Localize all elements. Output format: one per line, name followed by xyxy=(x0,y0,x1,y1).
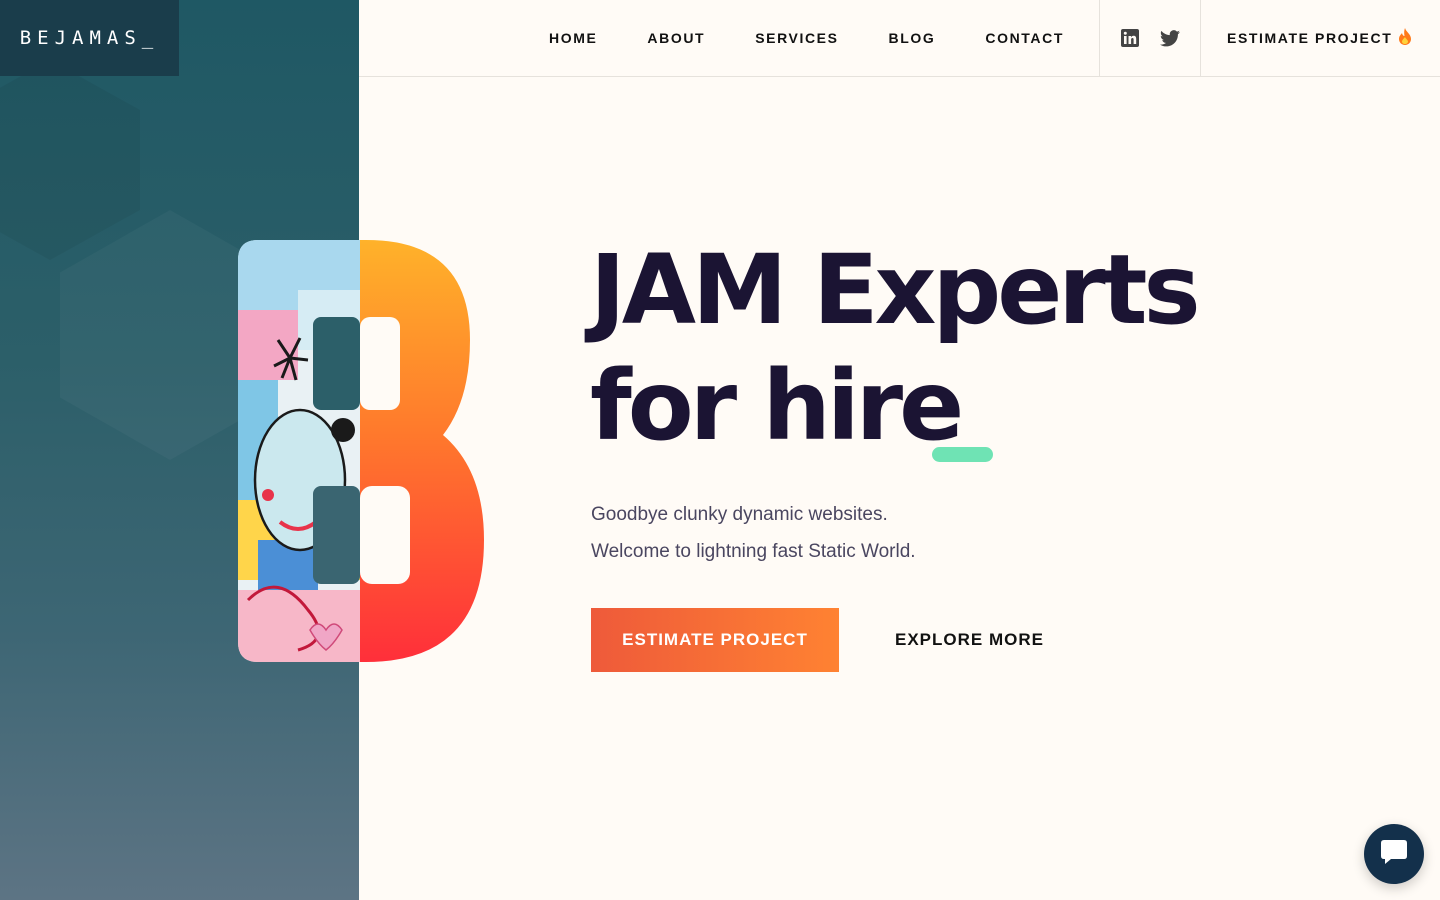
hero-title: JAM Experts for hire xyxy=(590,232,1290,464)
chat-bubble-icon xyxy=(1379,837,1409,872)
logo[interactable]: BEJAMAS_ xyxy=(0,0,179,76)
twitter-icon[interactable] xyxy=(1159,29,1180,47)
hero-subtitle-line2: Welcome to lightning fast Static World. xyxy=(591,541,916,562)
hero-subtitle: Goodbye clunky dynamic websites. Welcome… xyxy=(591,496,916,570)
nav-about[interactable]: ABOUT xyxy=(647,30,705,46)
main-nav: HOME ABOUT SERVICES BLOG CONTACT xyxy=(549,0,1114,76)
nav-services[interactable]: SERVICES xyxy=(755,30,838,46)
fire-icon xyxy=(1398,27,1412,49)
estimate-project-button[interactable]: ESTIMATE PROJECT xyxy=(591,608,839,672)
bejamas-b-illustration xyxy=(238,240,488,662)
site-header: HOME ABOUT SERVICES BLOG CONTACT ESTIMAT… xyxy=(359,0,1440,77)
explore-more-button[interactable]: EXPLORE MORE xyxy=(895,608,1044,672)
header-estimate-label: ESTIMATE PROJECT xyxy=(1227,30,1393,46)
hero-title-line1: JAM Experts xyxy=(590,234,1201,346)
hero-subtitle-line1: Goodbye clunky dynamic websites. xyxy=(591,504,888,525)
nav-home[interactable]: HOME xyxy=(549,30,597,46)
typing-cursor xyxy=(932,447,993,462)
social-links xyxy=(1099,0,1201,76)
chat-widget-button[interactable] xyxy=(1364,824,1424,884)
header-estimate-button[interactable]: ESTIMATE PROJECT xyxy=(1227,0,1412,76)
nav-contact[interactable]: CONTACT xyxy=(985,30,1064,46)
logo-text: BEJAMAS_ xyxy=(19,27,160,49)
nav-blog[interactable]: BLOG xyxy=(889,30,936,46)
linkedin-icon[interactable] xyxy=(1120,29,1139,47)
hex-pattern xyxy=(0,60,140,260)
